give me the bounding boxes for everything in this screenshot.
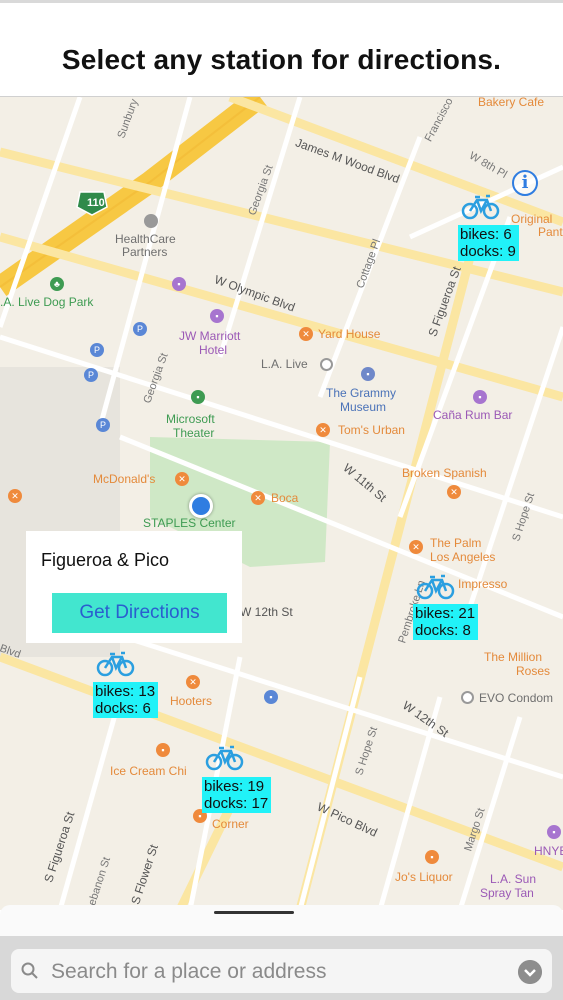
shopping-icon: ▪ xyxy=(172,277,186,291)
road-w-12th-left: W 12th St xyxy=(240,605,293,619)
sheet-grabber[interactable] xyxy=(214,911,294,914)
museum-icon: ▪ xyxy=(361,367,375,381)
restaurant-icon: ✕ xyxy=(8,489,22,503)
station-label: bikes: 19 docks: 17 xyxy=(202,777,272,813)
map-view[interactable]: 110 James M Wood Blvd W Olympic Blvd S F… xyxy=(0,97,563,910)
header-bar: Select any station for directions. xyxy=(0,0,563,97)
chevron-down-icon[interactable] xyxy=(518,960,542,984)
station-name: Figueroa & Pico xyxy=(41,550,170,570)
theater-icon: ▪ xyxy=(191,390,205,404)
search-icon xyxy=(21,962,38,979)
poi-palm-1: The Palm xyxy=(430,536,482,550)
user-location-dot xyxy=(189,494,213,518)
bike-station-icon[interactable] xyxy=(205,744,245,772)
poi-jw-marriott-1: JW Marriott xyxy=(179,329,241,343)
search-input[interactable]: Search for a place or address xyxy=(51,960,326,984)
page-title: Select any station for directions. xyxy=(61,44,502,75)
poi-healthcare-2: Partners xyxy=(122,245,168,259)
docks-count: docks: 8 xyxy=(415,622,471,639)
poi-broken-spanish: Broken Spanish xyxy=(402,466,487,480)
poi-jos-liquor: Jo's Liquor xyxy=(395,870,453,884)
parking-icon: P xyxy=(133,322,147,336)
info-button[interactable]: i xyxy=(512,170,538,196)
store-icon: ▪ xyxy=(425,850,439,864)
poi-ice-cream: Ice Cream Chi xyxy=(110,764,187,778)
search-area: Search for a place or address xyxy=(0,936,563,1000)
shopping-icon: ▪ xyxy=(547,825,561,839)
docks-count: docks: 17 xyxy=(204,795,269,812)
restaurant-icon: ✕ xyxy=(299,327,313,341)
bike-station-icon[interactable] xyxy=(461,193,501,221)
transit-icon: ▪ xyxy=(264,690,278,704)
station-label: bikes: 6 docks: 9 xyxy=(458,225,519,261)
poi-evo: EVO Condom xyxy=(479,691,554,705)
bar-icon: ▪ xyxy=(473,390,487,404)
poi-la-sun-1: L.A. Sun xyxy=(490,872,537,886)
poi-million-roses-2: Roses xyxy=(516,664,551,678)
poi-grammy-1: The Grammy xyxy=(326,386,397,400)
search-field[interactable]: Search for a place or address xyxy=(11,949,552,993)
parking-icon: P xyxy=(96,418,110,432)
parking-icon: P xyxy=(84,368,98,382)
bikes-count: bikes: 21 xyxy=(415,605,476,622)
parking-icon: P xyxy=(90,343,104,357)
cafe-icon: ▪ xyxy=(156,743,170,757)
poi-toms-urban: Tom's Urban xyxy=(338,423,405,437)
poi-cana-rum-bar: Caña Rum Bar xyxy=(433,408,513,422)
bikes-count: bikes: 19 xyxy=(204,778,265,795)
poi-pantry: Pantry xyxy=(538,225,563,239)
poi-staples-center: STAPLES Center xyxy=(143,516,236,530)
station-label: bikes: 21 docks: 8 xyxy=(413,604,479,640)
poi-microsoft-1: Microsoft xyxy=(166,412,215,426)
restaurant-icon: ✕ xyxy=(175,472,189,486)
restaurant-icon: ✕ xyxy=(251,491,265,505)
poi-grammy-2: Museum xyxy=(340,400,387,414)
bottom-sheet[interactable]: Search for a place or address xyxy=(0,905,563,1000)
poi-la-live: L.A. Live xyxy=(261,357,308,371)
poi-impresso: Impresso xyxy=(458,577,508,591)
bikes-count: bikes: 13 xyxy=(95,683,156,700)
bikes-count: bikes: 6 xyxy=(460,226,512,243)
docks-count: docks: 9 xyxy=(460,243,516,260)
landmark-icon xyxy=(320,358,333,371)
station-label: bikes: 13 docks: 6 xyxy=(93,682,159,718)
bike-station-icon[interactable] xyxy=(416,573,456,601)
station-callout: Figueroa & Pico Get Directions xyxy=(26,531,242,643)
poi-la-sun-2: Spray Tan xyxy=(480,886,534,900)
freeway-number: 110 xyxy=(87,197,105,209)
poi-jw-marriott-2: Hotel xyxy=(199,343,228,357)
poi-corner: Corner xyxy=(212,817,249,831)
poi-microsoft-2: Theater xyxy=(173,426,215,440)
landmark-icon xyxy=(461,691,474,704)
restaurant-icon: ✕ xyxy=(186,675,200,689)
poi-dot-icon xyxy=(144,214,158,228)
restaurant-icon: ✕ xyxy=(447,485,461,499)
poi-dog-park: .A. Live Dog Park xyxy=(0,295,94,309)
poi-yard-house: Yard House xyxy=(318,327,381,341)
restaurant-icon: ✕ xyxy=(316,423,330,437)
get-directions-button[interactable]: Get Directions xyxy=(52,593,227,633)
docks-count: docks: 6 xyxy=(95,700,151,717)
poi-palm-2: Los Angeles xyxy=(430,550,496,564)
poi-hnyb: HNYB xyxy=(534,844,563,858)
restaurant-icon: ✕ xyxy=(409,540,423,554)
poi-hooters: Hooters xyxy=(170,694,213,708)
park-icon: ♣ xyxy=(50,277,64,291)
poi-boca: Boca xyxy=(271,491,299,505)
hotel-icon: ▪ xyxy=(210,309,224,323)
poi-bakery-cafe: Bakery Cafe xyxy=(478,97,545,109)
bike-station-icon[interactable] xyxy=(96,650,136,678)
poi-mcdonalds: McDonald's xyxy=(93,472,156,486)
poi-million-roses-1: The Million xyxy=(484,650,543,664)
